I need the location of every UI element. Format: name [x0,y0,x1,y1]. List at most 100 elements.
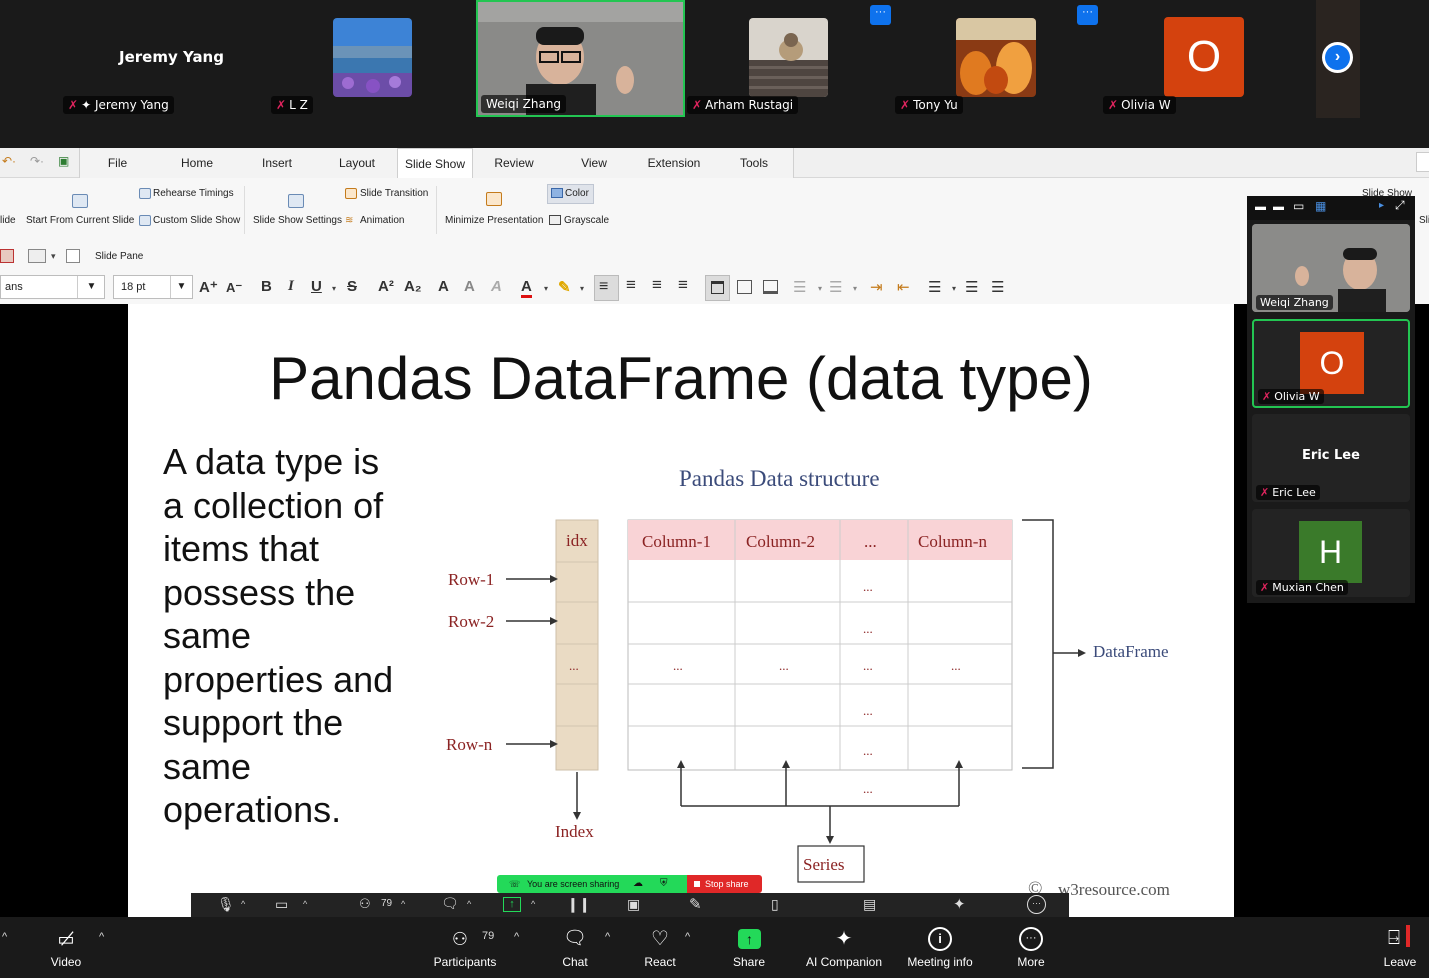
new-share-icon[interactable]: ↑ [503,897,521,912]
align-left-button[interactable]: ≡ [594,275,619,301]
react-button[interactable]: ♡ React [630,917,690,978]
gallery-next-button[interactable]: › [1322,42,1353,73]
fullscreen-icon[interactable]: ⤢ [1395,198,1405,213]
font-name-select[interactable]: ans ▼ [0,275,105,299]
text-outline-icon[interactable]: A [464,278,475,295]
highlight-icon[interactable]: ✎ [558,278,571,296]
chevron-down-icon[interactable]: ▾ [952,284,956,293]
quick-access-icon[interactable]: ▣ [58,154,69,168]
layout-dropdown-icon[interactable] [28,249,46,263]
ribbon-option-button[interactable] [1416,152,1429,172]
stop-share-button[interactable]: Stop share [687,875,762,893]
chevron-down-icon[interactable]: ▼ [77,276,105,298]
participant-tile-arham[interactable]: ✗ Arham Rustagi [686,0,886,118]
tab-slide-show[interactable]: Slide Show [397,148,473,178]
chevron-down-icon[interactable]: ▾ [853,284,857,293]
align-middle-icon[interactable] [737,280,752,294]
camera-icon[interactable]: ▭ [275,896,288,913]
participant-tile-jeremy[interactable]: Jeremy Yang ✗ ✦ Jeremy Yang [60,0,270,118]
tab-extension[interactable]: Extension [634,148,714,178]
annotate-pen-icon[interactable]: ✎ [689,895,702,913]
chevron-down-icon[interactable]: ▼ [170,276,192,298]
animation-button[interactable]: Animation [360,215,404,226]
underline-icon[interactable]: U [311,278,322,295]
video-chevron-up-icon[interactable]: ^ [99,931,104,943]
chevron-down-icon[interactable]: ▾ [580,284,584,293]
chat-icon[interactable]: 🗨︎ [441,895,459,912]
pause-share-icon[interactable]: ❙❙ [567,896,590,913]
speaker-view-icon[interactable]: ▭ [1293,199,1304,213]
participants-chevron-up-icon[interactable]: ^ [514,931,519,943]
annotate-screen-icon[interactable]: ▣ [627,896,640,913]
slide-layout-icon[interactable] [0,249,14,263]
increase-font-icon[interactable]: A⁺ [199,278,218,296]
decrease-indent-icon[interactable]: ⇤ [897,278,910,296]
chat-chevron-up-icon[interactable]: ^ [605,931,610,943]
gallery-tile-eric[interactable]: Eric Lee ✗ Eric Lee [1252,414,1410,502]
video-button[interactable]: ▭̸ Video [36,917,96,978]
more-button[interactable]: ··· More [1001,917,1061,978]
gallery-tile-weiqi[interactable]: Weiqi Zhang [1252,224,1410,312]
participant-tile-olivia[interactable]: O ✗ Olivia W [1102,0,1302,118]
align-top-button[interactable] [705,275,730,301]
increase-indent-icon[interactable]: ⇥ [870,278,883,296]
participant-tile-tony[interactable]: ✗ Tony Yu [894,0,1094,118]
chevron-up-icon[interactable]: ^ [531,899,535,909]
slide-transition-button[interactable]: Slide Transition [360,188,428,199]
expand-arrow-icon[interactable]: ▸ [1379,200,1384,211]
decrease-font-icon[interactable]: A⁻ [226,280,242,296]
tab-file[interactable]: File [80,148,155,178]
redo-icon[interactable]: ↷· [30,154,44,168]
tab-view[interactable]: View [554,148,634,178]
participant-more-button[interactable]: ··· [870,5,891,25]
microphone-icon[interactable]: 🎙︎ [217,896,235,913]
whiteboard-icon[interactable]: ▤ [863,896,876,913]
minimize-icon[interactable]: ▬ [1255,201,1266,213]
tab-insert[interactable]: Insert [237,148,317,178]
align-center-icon[interactable]: ≡ [626,275,636,295]
chevron-down-icon[interactable]: ▾ [51,251,56,262]
tab-layout[interactable]: Layout [317,148,397,178]
justify-icon[interactable]: ≡ [678,275,688,295]
paragraph-spacing-icon[interactable]: ☰ [965,278,978,296]
leave-button[interactable]: ⍈ Leave [1375,917,1425,978]
chevron-down-icon[interactable]: ▾ [544,284,548,293]
tab-review[interactable]: Review [474,148,554,178]
paragraph-spacing-after-icon[interactable]: ☰ [991,278,1004,296]
slide-canvas[interactable]: Pandas DataFrame (data type) A data type… [128,304,1234,917]
bold-icon[interactable]: B [261,278,272,295]
text-effect-icon[interactable]: A [491,278,502,295]
more-icon[interactable]: ··· [1027,895,1046,914]
ai-companion-button[interactable]: ✦ AI Companion [800,917,888,978]
subscript-icon[interactable]: A₂ [404,278,422,295]
participants-icon[interactable]: ⚇ [359,896,371,912]
start-current-slide-icon[interactable] [72,194,88,208]
chevron-up-icon[interactable]: ^ [467,899,471,909]
custom-slide-show-button[interactable]: Custom Slide Show [153,215,240,226]
chevron-down-icon[interactable]: ▾ [818,284,822,293]
tab-home[interactable]: Home [157,148,237,178]
participant-tile-lz[interactable]: ✗ L Z [268,0,468,118]
rehearse-timings-button[interactable]: Rehearse Timings [153,188,234,199]
font-color-icon[interactable]: A [521,278,532,298]
chevron-down-icon[interactable]: ▾ [332,284,336,293]
audio-chevron-up-icon[interactable]: ^ [2,931,7,943]
strikethrough-icon[interactable]: S [347,278,357,295]
react-chevron-up-icon[interactable]: ^ [685,931,690,943]
bullets-icon[interactable]: ☰ [793,278,806,296]
start-current-slide-button[interactable]: Start From Current Slide [26,215,134,226]
remote-control-icon[interactable]: ▯ [771,896,779,913]
meeting-info-button[interactable]: i Meeting info [900,917,980,978]
gallery-view-icon[interactable]: ▦ [1315,199,1326,213]
chevron-up-icon[interactable]: ^ [401,899,405,909]
text-shadow-icon[interactable]: A [438,278,449,295]
gallery-tile-muxian[interactable]: H ✗ Muxian Chen [1252,509,1410,597]
undo-icon[interactable]: ↶· [2,154,16,168]
align-bottom-icon[interactable] [763,280,778,294]
single-view-icon[interactable]: ▬ [1273,201,1284,213]
color-mode-button[interactable]: Color [547,184,594,204]
minimize-presentation-button[interactable]: Minimize Presentation [445,215,543,226]
slide-pane-button[interactable]: Slide Pane [95,251,143,262]
chevron-up-icon[interactable]: ^ [303,899,307,909]
numbering-icon[interactable]: ☰ [829,278,842,296]
